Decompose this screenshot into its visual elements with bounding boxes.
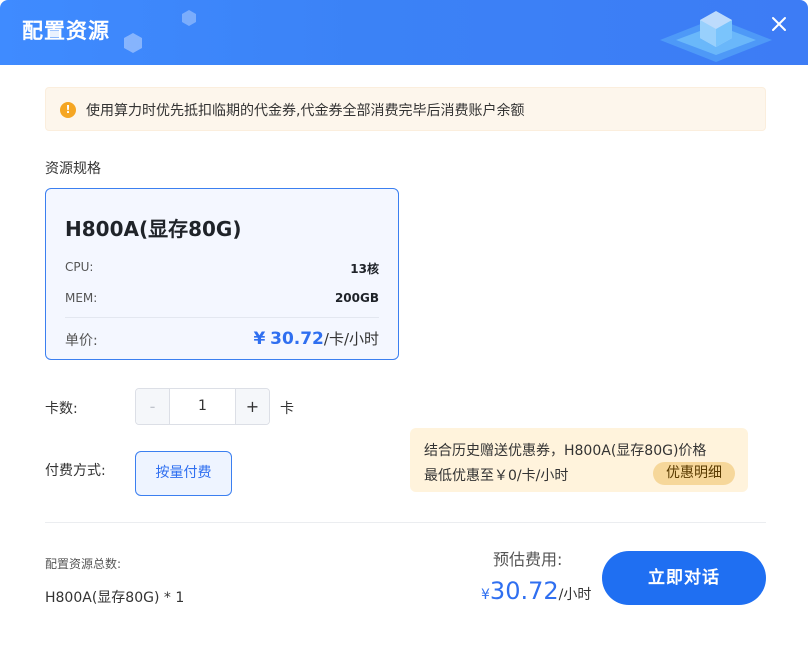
- spec-card-h800a[interactable]: H800A(显存80G) CPU: 13核 MEM: 200GB 单价: ¥ 3…: [45, 188, 399, 360]
- promo-tip: 结合历史赠送优惠券，H800A(显存80G)价格 最低优惠至￥0/卡/小时 优惠…: [410, 428, 748, 492]
- close-icon[interactable]: [770, 15, 788, 33]
- cpu-label: CPU:: [65, 260, 94, 274]
- dialog-title: 配置资源: [22, 19, 110, 43]
- unit-price: ¥ 30.72/卡/小时: [253, 328, 379, 349]
- cube-decoration-icon: [124, 10, 772, 62]
- estimated-cost-currency: ¥: [481, 587, 490, 603]
- unit-price-currency: ¥: [253, 329, 266, 349]
- card-count-label: 卡数:: [45, 401, 78, 417]
- estimated-cost: ¥30.72/小时: [481, 577, 591, 605]
- unit-price-value: 30.72: [270, 329, 324, 349]
- total-resources-label: 配置资源总数:: [45, 557, 122, 571]
- decrement-button[interactable]: -: [136, 389, 170, 424]
- mem-label: MEM:: [65, 291, 98, 305]
- mem-value: 200GB: [334, 291, 379, 305]
- spec-divider: [65, 317, 379, 318]
- start-chat-button[interactable]: 立即对话: [602, 551, 766, 605]
- dialog-header: 配置资源: [0, 0, 808, 65]
- cpu-value: 13核: [350, 262, 379, 276]
- card-count-stepper: - 1 +: [135, 388, 270, 425]
- notice-text: 使用算力时优先抵扣临期的代金券,代金券全部消费完毕后消费账户余额: [86, 103, 525, 119]
- card-unit-label: 卡: [280, 401, 294, 417]
- increment-button[interactable]: +: [235, 389, 269, 424]
- payment-method-label: 付费方式:: [45, 463, 106, 479]
- resource-spec-label: 资源规格: [45, 161, 101, 177]
- total-resources-value: H800A(显存80G) * 1: [45, 590, 185, 606]
- estimated-cost-value: 30.72: [489, 577, 559, 605]
- estimated-cost-unit: /小时: [558, 587, 592, 603]
- promo-line-1: 结合历史赠送优惠券，H800A(显存80G)价格: [424, 443, 707, 459]
- promo-line-2: 最低优惠至￥0/卡/小时: [424, 468, 569, 484]
- warning-icon: !: [60, 102, 76, 118]
- footer-divider: [45, 522, 766, 523]
- pay-as-you-go-option[interactable]: 按量付费: [135, 451, 232, 496]
- voucher-notice: ! 使用算力时优先抵扣临期的代金券,代金券全部消费完毕后消费账户余额: [45, 87, 766, 131]
- estimated-cost-label: 预估费用:: [493, 550, 563, 569]
- card-count-input[interactable]: 1: [170, 389, 235, 424]
- config-resource-dialog: 配置资源 ! 使用算力时优先抵扣临期的代金券,代金券全部消费完毕后消费账户余额 …: [0, 0, 808, 645]
- discount-details-button[interactable]: 优惠明细: [653, 462, 735, 485]
- unit-price-unit: /卡/小时: [323, 330, 379, 348]
- spec-name: H800A(显存80G): [65, 217, 242, 241]
- unit-price-label: 单价:: [65, 333, 98, 349]
